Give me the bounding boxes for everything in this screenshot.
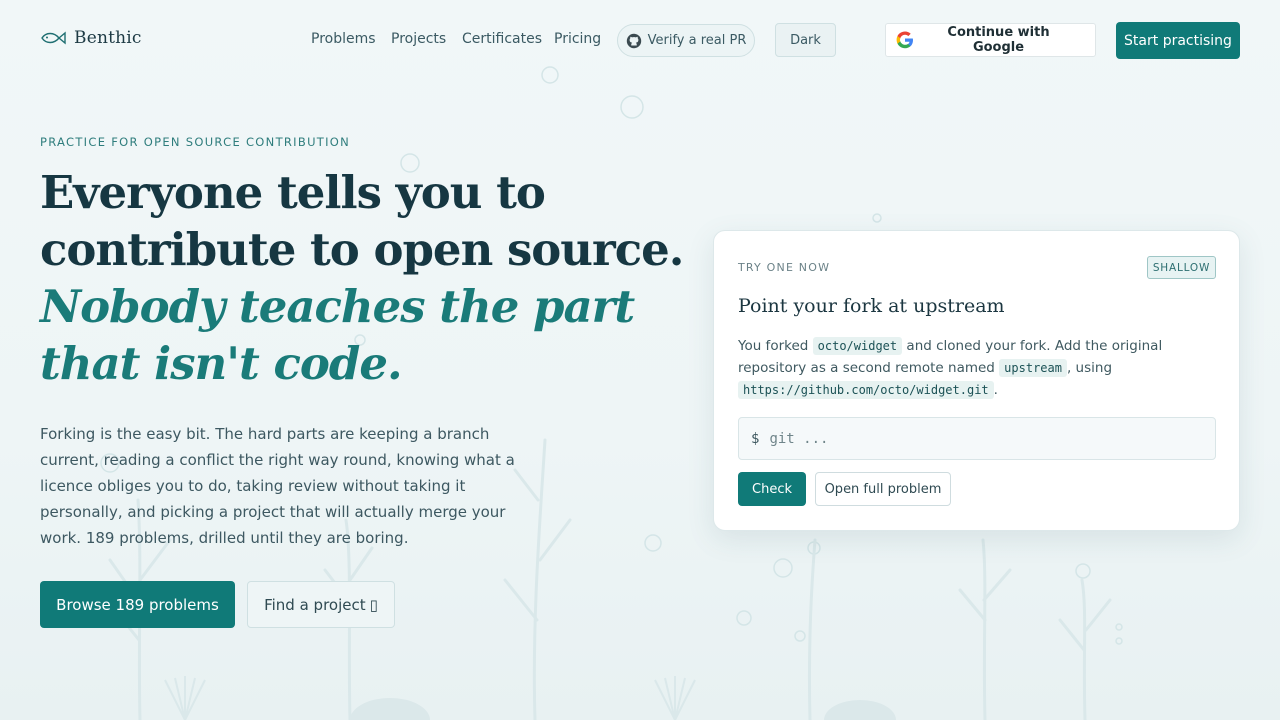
find-project-button[interactable]: Find a project ▯ xyxy=(247,581,395,628)
hero-description: Forking is the easy bit. The hard parts … xyxy=(40,425,515,547)
headline-line-2: contribute to open source. xyxy=(40,223,684,276)
nav-link-certificates[interactable]: Certificates xyxy=(462,31,542,47)
headline-line-1: Everyone tells you to xyxy=(40,166,546,219)
command-input-wrapper: $ xyxy=(738,417,1216,460)
browse-problems-button[interactable]: Browse 189 problems xyxy=(40,581,235,628)
theme-toggle-button[interactable]: Dark xyxy=(775,23,836,57)
problem-description: You forked octo/widget and cloned your f… xyxy=(738,335,1218,401)
try-problem-card: TRY ONE NOW SHALLOW Point your fork at u… xyxy=(713,230,1240,531)
top-navigation: Benthic Problems Projects Certificates P… xyxy=(0,0,1280,80)
sea-fans xyxy=(164,676,696,720)
description-text-4: . xyxy=(993,382,998,398)
headline-italic-line-2: that isn't code. xyxy=(40,337,403,390)
difficulty-badge: SHALLOW xyxy=(1147,256,1216,279)
brand-logo[interactable]: Benthic xyxy=(40,28,142,48)
hero-headline: Everyone tells you to contribute to open… xyxy=(40,164,684,392)
description-text-3: , using xyxy=(1066,360,1113,376)
hero-eyebrow: PRACTICE FOR OPEN SOURCE CONTRIBUTION xyxy=(40,135,351,149)
google-signin-button[interactable]: Continue with Google xyxy=(885,23,1096,57)
find-project-label: Find a project xyxy=(264,595,366,614)
code-repo: octo/widget xyxy=(812,337,903,355)
verify-pr-button[interactable]: Verify a real PR xyxy=(617,24,755,57)
verify-pr-label: Verify a real PR xyxy=(647,33,747,48)
nav-link-problems[interactable]: Problems xyxy=(311,31,376,47)
headline-italic-line-1: Nobody teaches the part xyxy=(40,280,635,333)
prompt-symbol: $ xyxy=(751,430,760,447)
github-icon xyxy=(626,33,641,48)
code-remote-name: upstream xyxy=(999,359,1067,377)
command-input[interactable] xyxy=(769,430,1170,447)
check-button[interactable]: Check xyxy=(738,472,806,506)
description-text-1: You forked xyxy=(738,338,813,354)
card-eyebrow: TRY ONE NOW xyxy=(738,261,831,274)
google-icon xyxy=(886,31,924,49)
fish-logo-icon xyxy=(41,31,66,45)
problem-title: Point your fork at upstream xyxy=(738,295,1005,317)
nav-link-projects[interactable]: Projects xyxy=(391,31,446,47)
brand-name: Benthic xyxy=(74,28,142,48)
rocks xyxy=(350,698,896,720)
code-url: https://github.com/octo/widget.git xyxy=(738,381,994,399)
nav-link-pricing[interactable]: Pricing xyxy=(554,31,601,47)
start-practising-button[interactable]: Start practising xyxy=(1116,22,1240,59)
find-project-glyph: ▯ xyxy=(369,595,378,614)
open-full-problem-button[interactable]: Open full problem xyxy=(815,472,951,506)
google-signin-label: Continue with Google xyxy=(947,25,1050,55)
